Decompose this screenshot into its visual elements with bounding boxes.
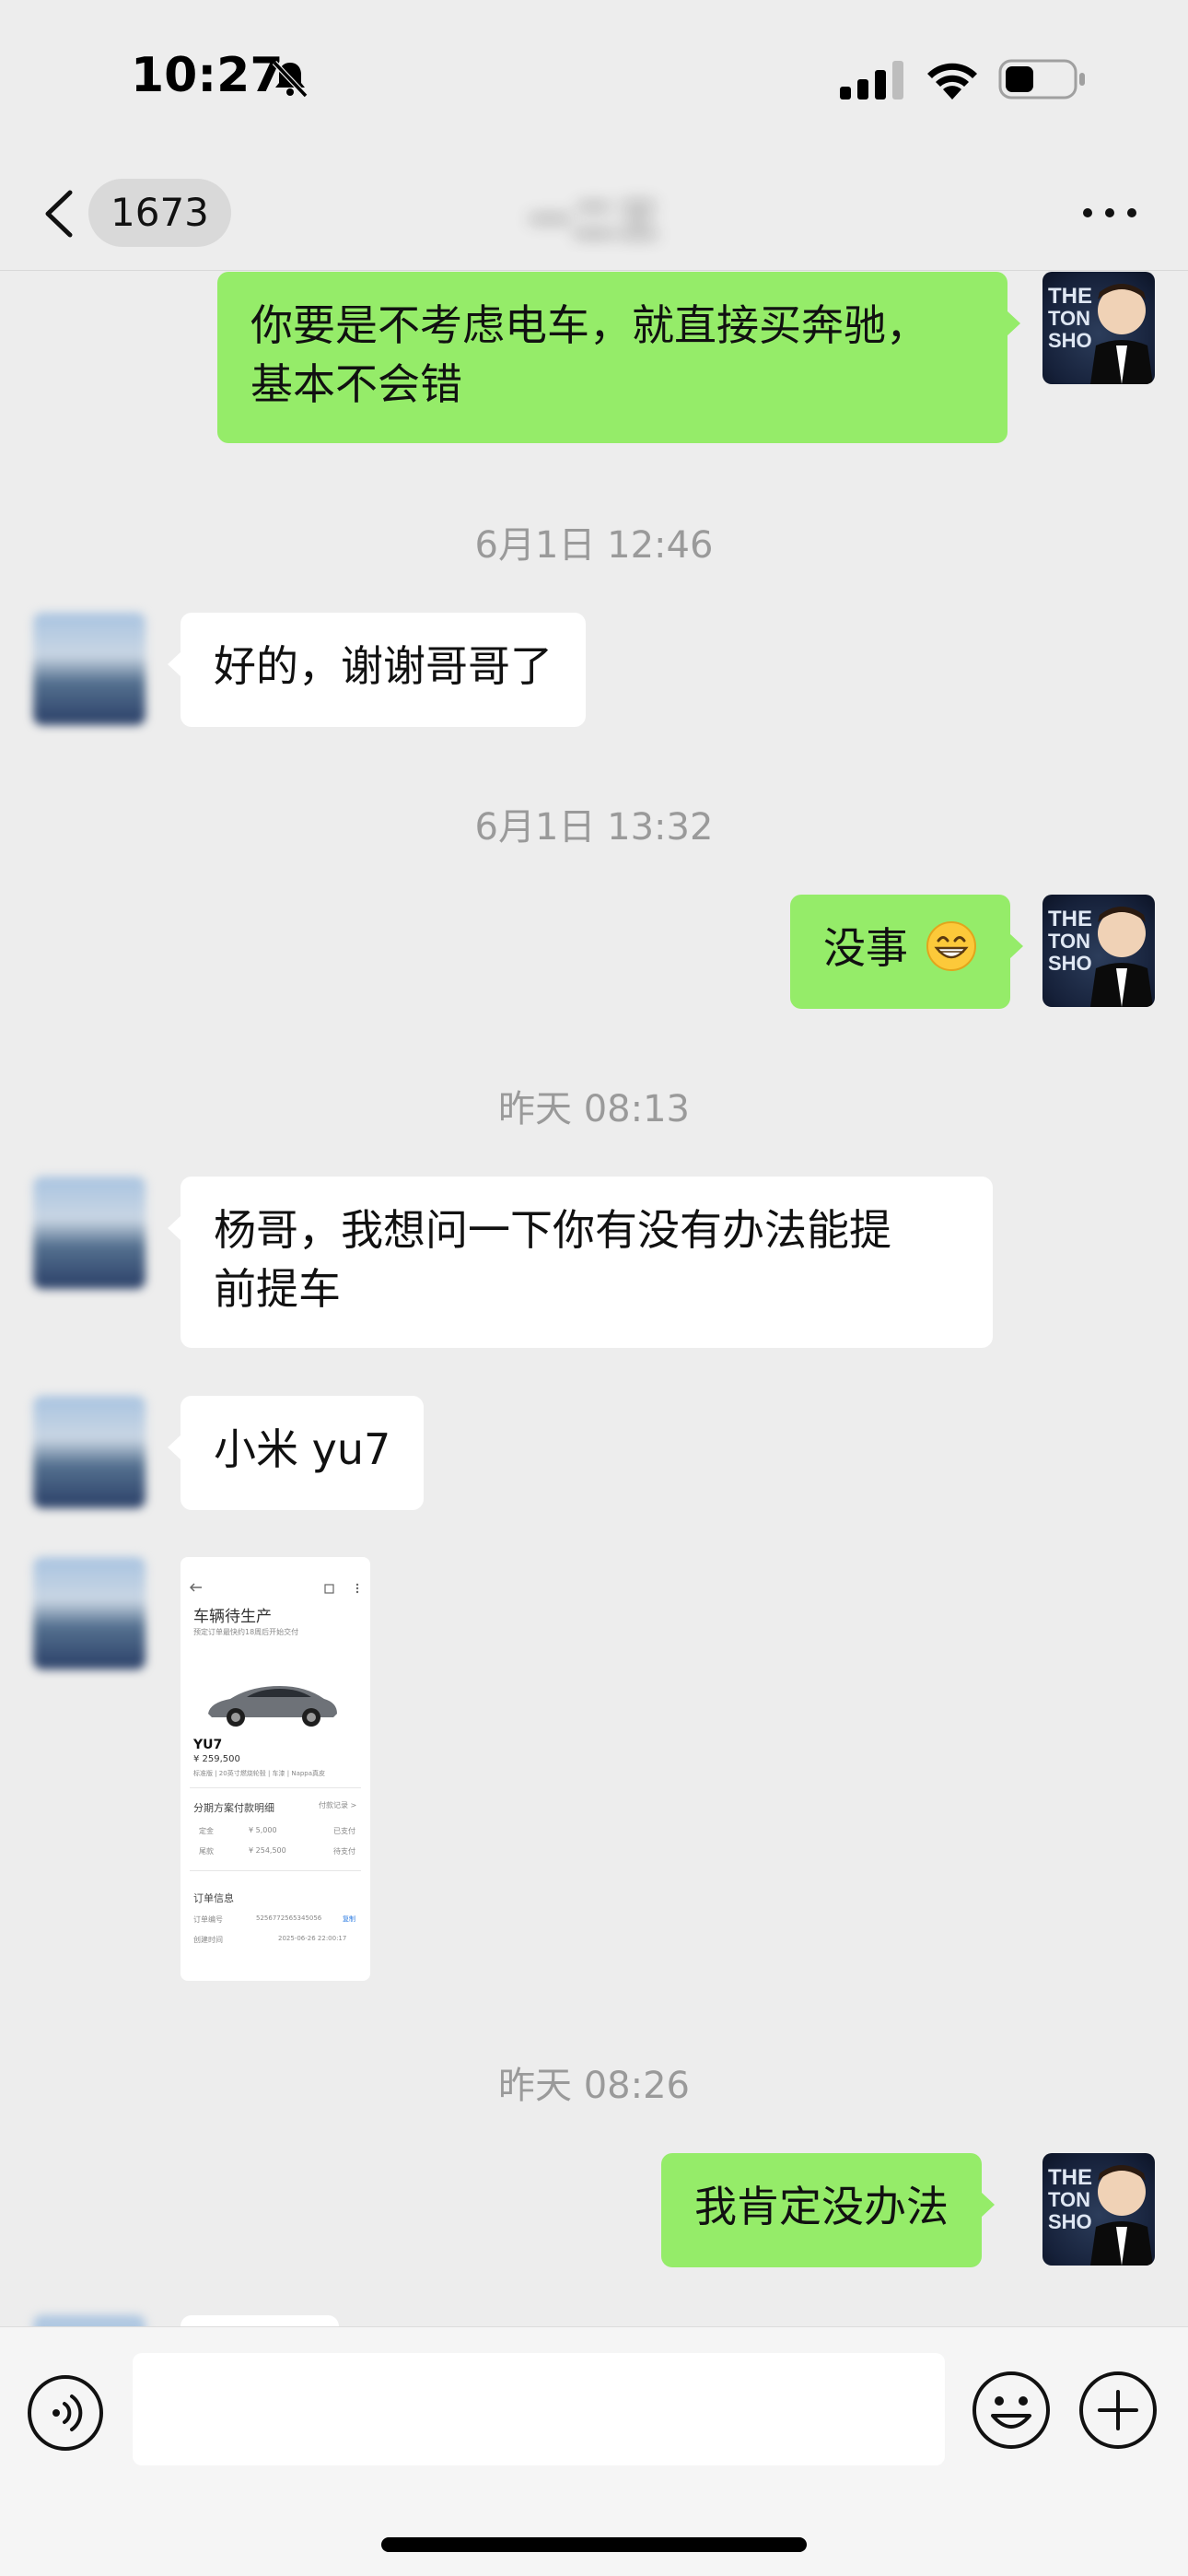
svg-text:TON: TON — [1048, 2188, 1090, 2211]
order-time-label: 创建时间 — [193, 1936, 223, 1944]
message-bubble-other[interactable] — [181, 2315, 339, 2326]
home-indicator[interactable] — [381, 2537, 807, 2552]
message-bubble-other[interactable]: 好的，谢谢哥哥了 — [168, 613, 586, 727]
avatar-contact[interactable] — [33, 1177, 146, 1289]
signal-icon — [840, 61, 903, 100]
message-text: 没事 — [823, 923, 908, 973]
status-bar: 10:27 — [0, 0, 1188, 157]
order-status-subtitle: 预定订单最快约18周后开始交付 — [193, 1628, 299, 1636]
payment-row-amount: ¥ 5,000 — [249, 1826, 277, 1834]
message-bubble-self[interactable]: 没事 — [790, 895, 1023, 1009]
chat-title: 一二三 — [527, 195, 660, 247]
avatar-self[interactable]: THE TON SHO — [1042, 2153, 1155, 2266]
avatar-self-image: THE TON SHO — [1048, 907, 1153, 1007]
payment-row-status: 待支付 — [333, 1847, 355, 1856]
message-bubble-self[interactable]: 我肯定没办法 — [661, 2153, 995, 2267]
timestamp: 6月1日 13:32 — [474, 806, 714, 849]
order-info-title: 订单信息 — [193, 1892, 234, 1904]
message-text: 你要是不考虑电车，就直接买奔驰， — [250, 300, 928, 350]
message-bubble-other[interactable]: 杨哥，我想问一下你有没有办法能提 前提车 — [168, 1177, 993, 1348]
car-config: 标准版 | 20英寸燃烧轮毂 | 车漆 | Nappa真皮 — [193, 1770, 326, 1777]
car-model: YU7 — [193, 1738, 223, 1752]
voice-icon[interactable] — [26, 2373, 105, 2453]
share-icon — [324, 1583, 359, 1594]
order-status-title: 车辆待生产 — [193, 1608, 272, 1626]
message-bubble-self[interactable]: 你要是不考虑电车，就直接买奔驰， 基本不会错 — [217, 272, 1020, 443]
avatar-contact[interactable] — [33, 1396, 146, 1508]
avatar-contact[interactable] — [33, 2315, 146, 2326]
message-text: 好的，谢谢哥哥了 — [214, 641, 553, 691]
status-time: 10:27 — [131, 48, 284, 103]
svg-text:SHO: SHO — [1048, 2210, 1092, 2233]
plus-icon[interactable] — [1077, 2370, 1159, 2451]
order-time: 2025-06-26 22:00:17 — [278, 1935, 347, 1942]
svg-text:SHO: SHO — [1048, 329, 1092, 352]
svg-text:THE: THE — [1048, 2165, 1092, 2190]
car-price: ¥ 259,500 — [193, 1754, 240, 1764]
order-number: 5256772565345056 — [256, 1914, 322, 1922]
payment-plan-title: 分期方案付款明细 — [193, 1802, 274, 1814]
avatar-self-image: THE TON SHO — [1048, 284, 1153, 384]
payment-record-link: 付款记录 > — [319, 1801, 357, 1809]
message-text: 前提车 — [214, 1264, 341, 1314]
svg-text:TON: TON — [1048, 307, 1090, 330]
emoji-icon[interactable] — [971, 2370, 1052, 2451]
svg-text:THE: THE — [1048, 284, 1092, 309]
message-text: 我肯定没办法 — [694, 2182, 949, 2231]
svg-text:THE: THE — [1048, 907, 1092, 931]
more-button[interactable] — [1077, 193, 1142, 230]
battery-icon — [998, 59, 1085, 100]
car-image — [208, 1686, 337, 1727]
timestamp: 昨天 08:26 — [498, 2065, 690, 2107]
message-list[interactable]: 你要是不考虑电车，就直接买奔驰， 基本不会错 THE TON SHO 6月1日 … — [0, 272, 1188, 2326]
bell-muted-icon — [272, 60, 309, 99]
avatar-contact[interactable] — [33, 1557, 146, 1669]
avatar-self[interactable]: THE TON SHO — [1042, 272, 1155, 384]
payment-row-amount: ¥ 254,500 — [249, 1846, 286, 1855]
message-text: 杨哥，我想问一下你有没有办法能提 — [214, 1205, 891, 1255]
avatar-self[interactable]: THE TON SHO — [1042, 895, 1155, 1007]
svg-text:TON: TON — [1048, 930, 1090, 953]
message-input[interactable] — [133, 2353, 945, 2465]
timestamp: 6月1日 12:46 — [474, 524, 714, 567]
image-message[interactable]: 车辆待生产 预定订单最快约18周后开始交付 YU7 ¥ 259,500 标准版 … — [181, 1557, 370, 1981]
message-bubble-other[interactable]: 小米 yu7 — [168, 1396, 425, 1510]
payment-row-status: 已支付 — [333, 1827, 355, 1835]
svg-text:SHO: SHO — [1048, 952, 1092, 975]
payment-row-label: 定金 — [199, 1827, 214, 1835]
nav-bar: 1673 一二三 — [0, 157, 1188, 271]
back-arrow-icon — [190, 1583, 202, 1592]
message-text: 基本不会错 — [250, 359, 462, 409]
avatar-self-image: THE TON SHO — [1048, 2165, 1153, 2266]
chat-screen: 10:27 1673 一二三 你要是不考虑电车，就直接买奔驰， 基本不会错 TH… — [0, 0, 1188, 2576]
wifi-icon — [927, 63, 977, 100]
more-icon — [1083, 208, 1092, 217]
timestamp: 昨天 08:13 — [498, 1088, 690, 1130]
copy-link: 复制 — [343, 1915, 355, 1923]
order-number-label: 订单编号 — [193, 1915, 223, 1924]
message-text: 小米 yu7 — [214, 1424, 391, 1474]
payment-row-label: 尾款 — [199, 1847, 214, 1856]
grinning-emoji-icon — [926, 921, 976, 971]
avatar-contact[interactable] — [33, 613, 146, 725]
